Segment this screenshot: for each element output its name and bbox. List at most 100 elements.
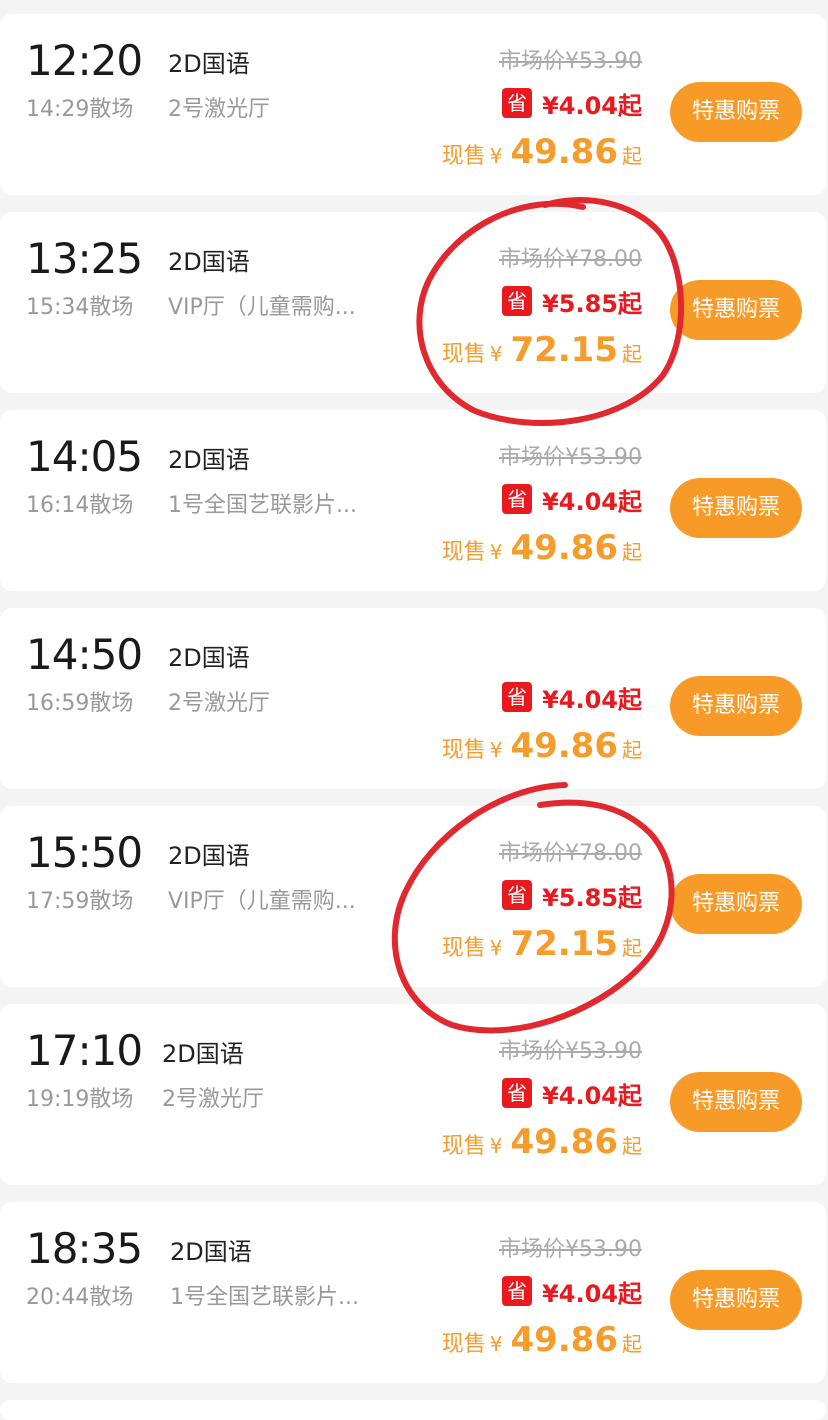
save-badge: 省 [502,682,533,712]
start-time: 13:25 [26,234,143,283]
start-time: 12:20 [26,36,143,85]
film-format: 2D国语 [170,1238,252,1266]
current-price-row: 现售 ¥ 49.86 起 [442,132,642,172]
current-price-label: 现售 [441,1134,486,1159]
price-unit: 起 [622,144,642,168]
end-time: 16:59散场 [26,691,134,716]
hall-name: 2号激光厅 [168,97,270,122]
showtime-row[interactable]: 14:05 16:14散场 2D国语 1号全国艺联影片... 市场价¥53.90… [0,410,826,591]
start-time: 17:10 [26,1026,143,1075]
currency-symbol: ¥ [489,1134,503,1158]
film-format: 2D国语 [168,644,250,672]
buy-ticket-button[interactable]: 特惠购票 [670,478,802,538]
price-unit: 起 [622,936,642,960]
market-price: 市场价¥53.90 [499,1237,642,1262]
discount-row: 省 ¥5.85起 [502,284,642,318]
end-time: 16:14散场 [26,493,134,518]
buy-ticket-button[interactable]: 特惠购票 [670,676,802,736]
showtime-row[interactable]: 18:35 20:44散场 2D国语 1号全国艺联影片... 市场价¥53.90… [0,1202,826,1383]
save-amount: ¥4.04起 [542,91,642,120]
market-price: 市场价¥78.00 [499,841,642,866]
current-price: 72.15 [510,330,618,370]
current-price-row: 现售 ¥ 49.86 起 [442,528,642,568]
current-price: 49.86 [510,1122,618,1162]
save-badge: 省 [502,286,533,316]
showtime-row[interactable]: 15:50 17:59散场 2D国语 VIP厅（儿童需购... 市场价¥78.0… [0,806,826,987]
currency-symbol: ¥ [489,1332,503,1356]
showtime-row[interactable]: 17:10 19:19散场 2D国语 2号激光厅 市场价¥53.90 省 ¥4.… [0,1004,826,1185]
hall-name: 2号激光厅 [162,1087,264,1112]
discount-row: 省 ¥4.04起 [502,482,642,516]
hall-name: VIP厅（儿童需购... [168,295,356,320]
market-price: 市场价¥53.90 [499,49,642,74]
current-price-label: 现售 [441,540,486,565]
save-badge: 省 [502,1276,533,1306]
save-badge: 省 [502,484,533,514]
showtime-row[interactable]: 12:20 14:29散场 2D国语 2号激光厅 市场价¥53.90 省 ¥4.… [0,14,826,195]
start-time: 14:50 [26,630,143,679]
buy-ticket-button[interactable]: 特惠购票 [670,1270,802,1330]
hall-name: 1号全国艺联影片... [168,493,357,518]
market-price: 市场价¥53.90 [499,1039,642,1064]
currency-symbol: ¥ [489,144,503,168]
discount-row: 省 ¥5.85起 [502,878,642,912]
price-unit: 起 [622,342,642,366]
film-format: 2D国语 [168,248,250,276]
end-time: 14:29散场 [26,97,134,122]
save-amount: ¥5.85起 [542,883,642,912]
save-badge: 省 [502,1078,533,1108]
buy-ticket-button[interactable]: 特惠购票 [670,82,802,142]
current-price-label: 现售 [441,936,486,961]
film-format: 2D国语 [168,50,250,78]
currency-symbol: ¥ [489,540,503,564]
start-time: 14:05 [26,432,143,481]
current-price-row: 现售 ¥ 72.15 起 [442,330,642,370]
end-time: 17:59散场 [26,889,134,914]
save-amount: ¥5.85起 [542,289,642,318]
end-time: 15:34散场 [26,295,134,320]
currency-symbol: ¥ [489,342,503,366]
start-time: 18:35 [26,1224,143,1273]
hall-name: 1号全国艺联影片... [170,1285,359,1310]
hall-name: VIP厅（儿童需购... [168,889,356,914]
save-amount: ¥4.04起 [542,1279,642,1308]
current-price: 49.86 [510,726,618,766]
discount-row: 省 ¥4.04起 [502,1076,642,1110]
discount-row: 省 ¥4.04起 [502,680,642,714]
start-time: 15:50 [26,828,143,877]
showtime-row[interactable]: 14:50 16:59散场 2D国语 2号激光厅 省 ¥4.04起 现售 ¥ 4… [0,608,826,789]
current-price-row: 现售 ¥ 49.86 起 [442,1320,642,1360]
film-format: 2D国语 [168,446,250,474]
current-price-label: 现售 [441,1332,486,1357]
buy-ticket-button[interactable]: 特惠购票 [670,280,802,340]
price-unit: 起 [622,738,642,762]
current-price-label: 现售 [441,738,486,763]
price-unit: 起 [622,1332,642,1356]
discount-row: 省 ¥4.04起 [502,1274,642,1308]
save-badge: 省 [502,88,533,118]
buy-ticket-button[interactable]: 特惠购票 [670,1072,802,1132]
current-price: 49.86 [510,1320,618,1360]
current-price-row: 现售 ¥ 49.86 起 [442,1122,642,1162]
showtime-row-partial [0,1400,826,1420]
current-price: 49.86 [510,132,618,172]
current-price-label: 现售 [441,144,486,169]
film-format: 2D国语 [162,1040,244,1068]
buy-ticket-button[interactable]: 特惠购票 [670,874,802,934]
current-price-row: 现售 ¥ 49.86 起 [442,726,642,766]
film-format: 2D国语 [168,842,250,870]
current-price: 49.86 [510,528,618,568]
showtime-row[interactable]: 13:25 15:34散场 2D国语 VIP厅（儿童需购... 市场价¥78.0… [0,212,826,393]
price-unit: 起 [622,1134,642,1158]
market-price: 市场价¥78.00 [499,247,642,272]
current-price-row: 现售 ¥ 72.15 起 [442,924,642,964]
save-amount: ¥4.04起 [542,1081,642,1110]
currency-symbol: ¥ [489,738,503,762]
current-price: 72.15 [510,924,618,964]
currency-symbol: ¥ [489,936,503,960]
price-unit: 起 [622,540,642,564]
discount-row: 省 ¥4.04起 [502,86,642,120]
save-amount: ¥4.04起 [542,487,642,516]
save-amount: ¥4.04起 [542,685,642,714]
end-time: 19:19散场 [26,1087,134,1112]
